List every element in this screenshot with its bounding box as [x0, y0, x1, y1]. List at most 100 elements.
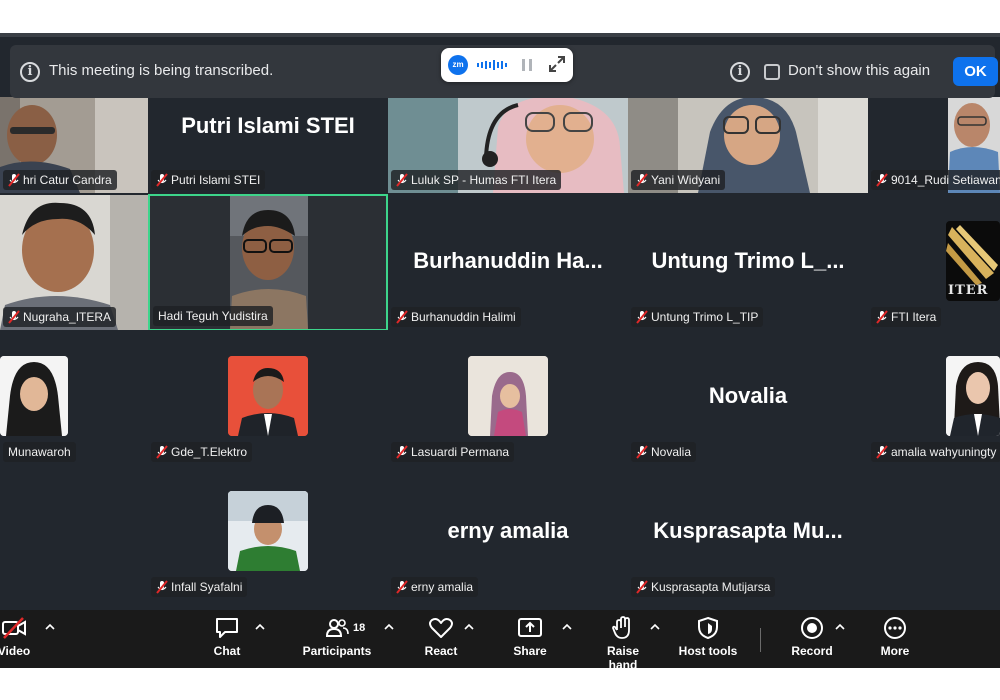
avatar-photo: [468, 356, 548, 436]
chevron-up-icon[interactable]: [45, 622, 55, 632]
participant-tile[interactable]: Infall Syafalni: [148, 465, 388, 600]
mic-muted-icon: [156, 173, 168, 187]
participant-tile[interactable]: Putri Islami STEI Putri Islami STEI: [148, 97, 388, 193]
expand-icon[interactable]: [548, 55, 566, 73]
participant-display-name: Kusprasapta Mu...: [653, 518, 843, 543]
share-screen-icon: [518, 618, 542, 637]
participant-name: Munawaroh: [8, 445, 71, 459]
floating-meeting-controls[interactable]: zm: [441, 48, 573, 82]
avatar-photo: [228, 491, 308, 571]
avatar: [946, 356, 1000, 436]
chat-button[interactable]: Chat: [207, 616, 247, 658]
name-tag: Luluk SP - Humas FTI Itera: [391, 170, 562, 190]
video-off-icon: [2, 617, 26, 639]
avatar: [228, 491, 308, 571]
participant-name: 9014_Rudi Setiawan: [891, 173, 1000, 187]
participant-tile[interactable]: Luluk SP - Humas FTI Itera: [388, 97, 628, 193]
mic-muted-icon: [396, 173, 408, 187]
participant-display-name: Untung Trimo L_...: [651, 248, 845, 273]
participants-label: Participants: [302, 644, 372, 658]
chevron-up-icon[interactable]: [464, 622, 474, 632]
record-button[interactable]: Record: [790, 616, 834, 658]
participant-tile[interactable]: Kusprasapta Mu... Kusprasapta Mutijarsa: [628, 465, 868, 600]
share-button[interactable]: Share: [510, 616, 550, 658]
mic-muted-icon: [636, 445, 648, 459]
name-tag: Munawaroh: [3, 442, 76, 462]
mic-muted-icon: [396, 580, 408, 594]
more-label: More: [880, 644, 910, 658]
name-tag: erny amalia: [391, 577, 479, 597]
participant-tile[interactable]: Gde_T.Elektro: [148, 330, 388, 465]
share-label: Share: [513, 644, 547, 658]
mic-muted-icon: [8, 310, 20, 324]
host-tools-button[interactable]: Host tools: [677, 616, 739, 658]
chat-icon: [216, 618, 238, 638]
name-tag: hri Catur Candra: [3, 170, 117, 190]
participant-name: Putri Islami STEI: [171, 173, 261, 187]
participant-tile[interactable]: ITER FTI Itera: [868, 195, 1000, 330]
mic-muted-icon: [636, 580, 648, 594]
pause-icon[interactable]: [521, 58, 533, 72]
name-tag: FTI Itera: [871, 307, 942, 327]
mic-muted-icon: [876, 173, 888, 187]
participant-tile[interactable]: hri Catur Candra: [0, 97, 148, 193]
participant-tile[interactable]: Lasuardi Permana: [388, 330, 628, 465]
host-tools-label: Host tools: [678, 644, 738, 658]
toolbar-divider: [760, 628, 761, 652]
participant-tile[interactable]: Munawaroh: [0, 330, 148, 465]
chevron-up-icon[interactable]: [562, 622, 572, 632]
participant-name: Infall Syafalni: [171, 580, 243, 594]
raise-hand-button[interactable]: Raise hand: [591, 616, 655, 668]
banner-message: This meeting is being transcribed.: [49, 62, 274, 79]
participant-tile[interactable]: Untung Trimo L_... Untung Trimo L_TIP: [628, 195, 868, 330]
name-tag: Untung Trimo L_TIP: [631, 307, 764, 327]
participant-name: Lasuardi Permana: [411, 445, 510, 459]
name-tag: amalia wahyuningty: [871, 442, 1000, 462]
react-button[interactable]: React: [421, 616, 461, 658]
info-icon[interactable]: i: [730, 62, 750, 82]
info-icon: i: [20, 62, 40, 82]
name-tag: 9014_Rudi Setiawan: [871, 170, 1000, 190]
avatar-photo: [946, 356, 1000, 436]
chevron-up-icon[interactable]: [384, 622, 394, 632]
window-edge: [0, 33, 1000, 37]
logo-text: ITER: [948, 283, 989, 298]
video-label: Video: [0, 644, 31, 658]
participants-icon: [325, 619, 349, 637]
react-label: React: [424, 644, 458, 658]
participant-tile[interactable]: amalia wahyuningty: [868, 330, 1000, 465]
avatar-photo: [228, 356, 308, 436]
chat-label: Chat: [213, 644, 241, 658]
participant-tile[interactable]: Novalia Novalia: [628, 330, 868, 465]
mic-muted-icon: [156, 580, 168, 594]
meeting-window: hri Catur Candra Putri Islami STEI Putri…: [0, 33, 1000, 668]
ok-button[interactable]: OK: [953, 57, 998, 86]
name-tag: Putri Islami STEI: [151, 170, 266, 190]
participant-tile[interactable]: Yani Widyani: [628, 97, 868, 193]
shield-icon: [698, 616, 718, 640]
zoom-logo-icon: zm: [448, 55, 468, 75]
dont-show-label[interactable]: Don't show this again: [788, 62, 930, 79]
video-button[interactable]: Video: [0, 616, 34, 658]
chevron-up-icon[interactable]: [835, 622, 845, 632]
participant-tile[interactable]: Nugraha_ITERA: [0, 195, 148, 330]
avatar: [468, 356, 548, 436]
participant-name: Burhanuddin Halimi: [411, 310, 516, 324]
participant-name: FTI Itera: [891, 310, 937, 324]
active-speaker-tile[interactable]: Hadi Teguh Yudistira: [148, 194, 388, 331]
more-icon: [884, 617, 906, 639]
mic-muted-icon: [396, 445, 408, 459]
dont-show-checkbox[interactable]: [764, 64, 780, 80]
participant-name: hri Catur Candra: [23, 173, 112, 187]
participant-name: Novalia: [651, 445, 692, 459]
participant-name: Yani Widyani: [651, 173, 721, 187]
participant-tile[interactable]: Burhanuddin Ha... Burhanuddin Halimi: [388, 195, 628, 330]
participant-display-name: Novalia: [708, 383, 788, 408]
participant-tile[interactable]: 9014_Rudi Setiawan: [868, 97, 1000, 193]
chevron-up-icon[interactable]: [255, 622, 265, 632]
mic-muted-icon: [156, 445, 168, 459]
chevron-up-icon[interactable]: [650, 622, 660, 632]
name-tag: Kusprasapta Mutijarsa: [631, 577, 776, 597]
more-button[interactable]: More: [875, 616, 915, 658]
participant-tile[interactable]: erny amalia erny amalia: [388, 465, 628, 600]
